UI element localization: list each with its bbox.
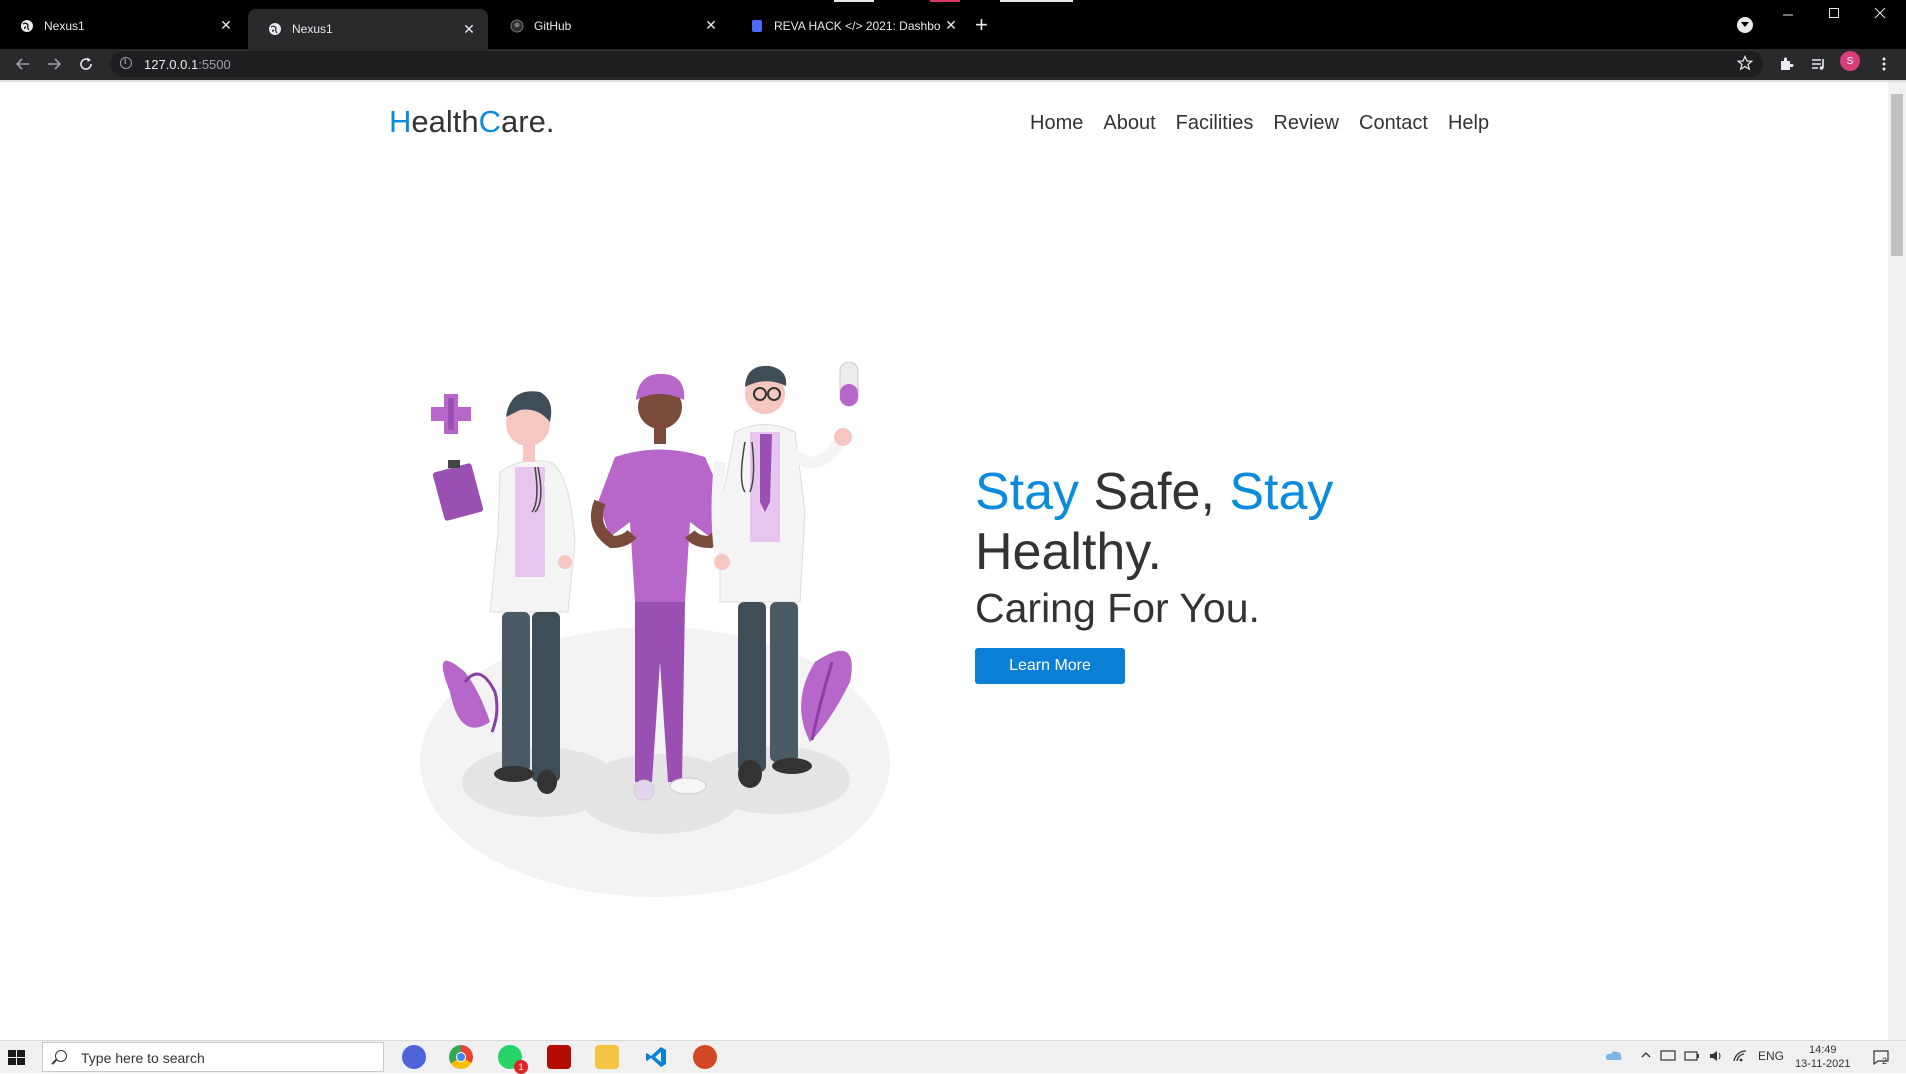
tab-search-icon[interactable] bbox=[1737, 17, 1753, 33]
maximize-icon[interactable] bbox=[1828, 6, 1840, 22]
chevron-up-icon[interactable] bbox=[1640, 1049, 1652, 1064]
vscode-icon[interactable] bbox=[644, 1045, 668, 1069]
tab-title: REVA HACK </> 2021: Dashboard bbox=[774, 18, 940, 33]
powerpoint-icon[interactable] bbox=[693, 1045, 717, 1069]
nav-help[interactable]: Help bbox=[1448, 112, 1489, 135]
back-icon[interactable] bbox=[12, 53, 34, 75]
taskbar-search-input[interactable]: Type here to search bbox=[42, 1042, 384, 1072]
nav-home[interactable]: Home bbox=[1030, 112, 1083, 135]
plus-cross-icon bbox=[431, 394, 471, 434]
logo-letter-c: C bbox=[478, 104, 502, 139]
medical-staff-illustration bbox=[420, 362, 890, 897]
close-icon[interactable]: ✕ bbox=[700, 17, 722, 34]
page-scrollbar[interactable] bbox=[1888, 82, 1906, 1040]
main-nav: Home About Facilities Review Contact Hel… bbox=[1030, 112, 1489, 135]
close-icon[interactable]: ✕ bbox=[940, 17, 962, 34]
bookmark-star-icon[interactable] bbox=[1736, 55, 1754, 76]
browser-tab[interactable]: REVA HACK </> 2021: Dashboard ✕ bbox=[730, 8, 970, 43]
globe-icon bbox=[20, 19, 34, 33]
tab-title: Nexus1 bbox=[44, 18, 85, 33]
notification-center-icon[interactable]: 2 bbox=[1872, 1049, 1890, 1068]
hero-word: Stay bbox=[975, 463, 1080, 521]
learn-more-button[interactable]: Learn More bbox=[975, 648, 1125, 684]
profile-avatar[interactable]: S bbox=[1840, 51, 1860, 71]
close-icon[interactable]: ✕ bbox=[458, 21, 480, 38]
tab-title: Nexus1 bbox=[292, 22, 333, 36]
logo-text: ealth bbox=[411, 104, 479, 139]
clock-time: 14:49 bbox=[1808, 1044, 1837, 1056]
url-port: :5500 bbox=[198, 57, 231, 72]
meet-app-icon[interactable] bbox=[402, 1045, 426, 1069]
clock-date: 13-11-2021 bbox=[1795, 1058, 1851, 1070]
forward-icon[interactable] bbox=[43, 53, 65, 75]
logo-letter-h: H bbox=[389, 104, 412, 139]
hero-word: Healthy. bbox=[975, 523, 1162, 581]
window-close-icon[interactable] bbox=[1874, 6, 1886, 22]
browser-tab[interactable]: GitHub ✕ bbox=[490, 8, 730, 43]
hero-heading: Stay Safe, Stay Healthy. bbox=[975, 462, 1475, 582]
tab-strip-accent bbox=[1000, 0, 1073, 2]
notification-count: 2 bbox=[1882, 1056, 1888, 1066]
url-text: 127.0.0.1:5500 bbox=[144, 57, 231, 72]
address-bar[interactable]: 127.0.0.1:5500 bbox=[110, 51, 1763, 77]
extensions-icon[interactable] bbox=[1775, 53, 1797, 75]
media-queue-icon[interactable] bbox=[1807, 53, 1829, 75]
nav-about[interactable]: About bbox=[1103, 112, 1155, 135]
pill-icon bbox=[839, 362, 859, 407]
minimize-icon[interactable] bbox=[1782, 6, 1794, 22]
whatsapp-badge: 1 bbox=[514, 1060, 528, 1074]
windows-start-icon[interactable] bbox=[8, 1050, 26, 1066]
hero-word: Safe, bbox=[1079, 463, 1230, 521]
chrome-icon[interactable] bbox=[449, 1045, 473, 1069]
battery-icon[interactable] bbox=[1684, 1049, 1700, 1066]
onedrive-icon[interactable] bbox=[1605, 1049, 1623, 1064]
nav-review[interactable]: Review bbox=[1273, 112, 1339, 135]
browser-tab-active[interactable]: Nexus1 ✕ bbox=[248, 9, 488, 49]
page-viewport: HealthCare. Home About Facilities Review… bbox=[0, 82, 1888, 1040]
site-logo[interactable]: HealthCare. bbox=[389, 104, 554, 140]
globe-icon bbox=[268, 22, 282, 36]
github-icon bbox=[510, 19, 524, 33]
hero-subtitle: Caring For You. bbox=[975, 585, 1260, 631]
menu-kebab-icon[interactable] bbox=[1873, 53, 1895, 75]
nav-facilities[interactable]: Facilities bbox=[1176, 112, 1254, 135]
search-icon bbox=[55, 1050, 67, 1062]
new-tab-button[interactable]: + bbox=[975, 14, 988, 36]
language-indicator[interactable]: ENG bbox=[1758, 1049, 1784, 1063]
hero-word: Stay bbox=[1229, 463, 1334, 521]
search-placeholder: Type here to search bbox=[81, 1050, 205, 1066]
site-info-icon[interactable] bbox=[120, 56, 132, 69]
file-explorer-icon[interactable] bbox=[595, 1045, 619, 1069]
tab-title: GitHub bbox=[534, 18, 572, 33]
page-icon bbox=[750, 19, 764, 33]
url-host: 127.0.0.1 bbox=[144, 57, 199, 72]
close-icon[interactable]: ✕ bbox=[215, 17, 237, 34]
acrobat-icon[interactable] bbox=[547, 1045, 571, 1069]
network-status-icon[interactable] bbox=[1660, 1049, 1676, 1066]
browser-tab-bar: Nexus1 ✕ Nexus1 ✕ GitHub ✕ REVA HACK </>… bbox=[0, 0, 1906, 49]
wifi-icon[interactable] bbox=[1732, 1049, 1748, 1066]
tab-strip-accent bbox=[930, 0, 960, 2]
scrollbar-thumb[interactable] bbox=[1891, 94, 1903, 256]
browser-toolbar: 127.0.0.1:5500 bbox=[0, 49, 1906, 80]
whatsapp-icon[interactable]: 1 bbox=[498, 1045, 528, 1074]
browser-tab[interactable]: Nexus1 ✕ bbox=[0, 8, 245, 43]
volume-icon[interactable] bbox=[1708, 1049, 1724, 1066]
windows-taskbar: Type here to search 1 ENG 14:49 13-11-20… bbox=[0, 1040, 1906, 1074]
tab-strip-accent bbox=[834, 0, 874, 2]
reload-icon[interactable] bbox=[75, 53, 97, 75]
system-clock[interactable]: 14:49 13-11-2021 bbox=[1795, 1043, 1850, 1071]
nav-contact[interactable]: Contact bbox=[1359, 112, 1428, 135]
logo-text: are. bbox=[501, 104, 555, 139]
